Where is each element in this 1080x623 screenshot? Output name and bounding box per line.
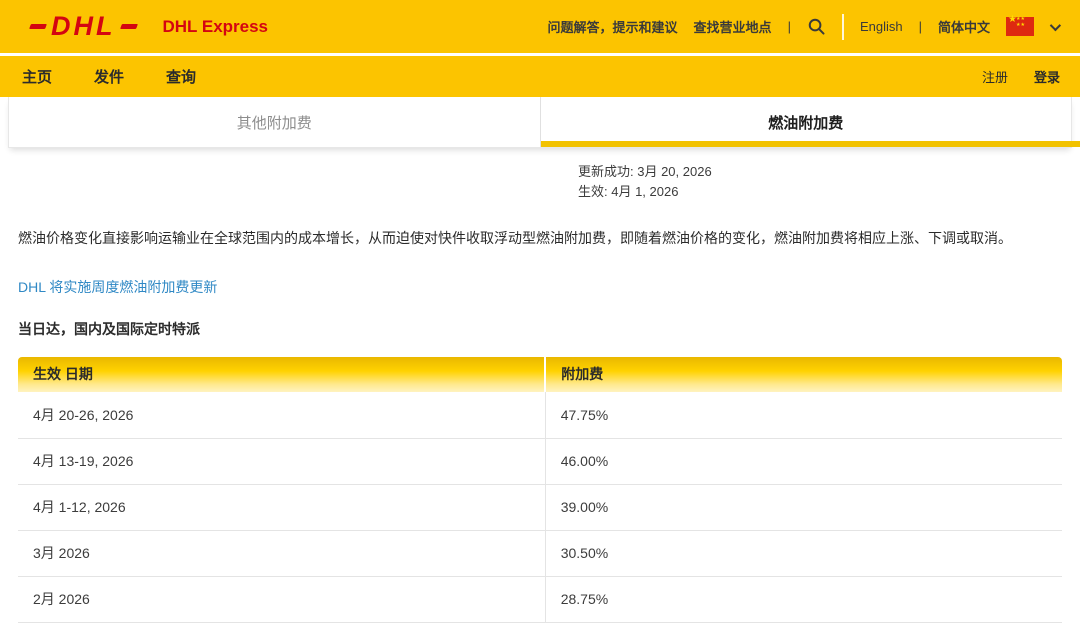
table-row: 3月 2026 30.50% [18, 530, 1062, 576]
nav-item-ship[interactable]: 发件 [94, 66, 124, 87]
china-flag-icon[interactable]: ★ ★★★★ [1006, 17, 1034, 36]
weekly-update-link[interactable]: DHL 将实施周度燃油附加费更新 [18, 279, 217, 295]
nav-item-track[interactable]: 查询 [166, 66, 196, 87]
link-line: DHL 将实施周度燃油附加费更新 [18, 277, 1062, 297]
column-header-surcharge: 附加费 [545, 357, 1062, 392]
divider-light [842, 14, 844, 40]
tab-fuel-surcharge[interactable]: 燃油附加费 [541, 97, 1072, 147]
cell-rate: 46.00% [545, 438, 1062, 484]
login-link[interactable]: 登录 [1034, 67, 1060, 86]
updated-date: 更新成功: 3月 20, 2026 [578, 162, 1080, 182]
table-body: 4月 20-26, 2026 47.75% 4月 13-19, 2026 46.… [18, 392, 1062, 622]
top-link-faq[interactable]: 问题解答，提示和建议 [548, 17, 678, 36]
tab-fuel-surcharge-label: 燃油附加费 [768, 112, 843, 133]
cell-date: 4月 20-26, 2026 [18, 392, 545, 438]
update-meta: 更新成功: 3月 20, 2026 生效: 4月 1, 2026 [578, 162, 1080, 202]
tab-other-surcharges[interactable]: 其他附加费 [9, 97, 541, 147]
language-chinese-link[interactable]: 简体中文 [938, 17, 990, 36]
divider: | [919, 19, 922, 34]
main-content: 燃油价格变化直接影响运输业在全球范围内的成本增长，从而迫使对快件收取浮动型燃油附… [0, 228, 1080, 623]
dhl-logo-dash-left [29, 24, 47, 29]
table-row: 2月 2026 28.75% [18, 576, 1062, 622]
nav-right: 注册 登录 [982, 67, 1060, 86]
cell-rate: 28.75% [545, 576, 1062, 622]
top-header: DHL DHL Express 问题解答，提示和建议 查找营业地点 | Engl… [0, 0, 1080, 53]
language-english-link[interactable]: English [860, 19, 903, 34]
cell-date: 4月 1-12, 2026 [18, 484, 545, 530]
register-link[interactable]: 注册 [982, 67, 1008, 86]
brand-name: DHL Express [163, 17, 269, 37]
surcharge-tabs: 其他附加费 燃油附加费 [8, 97, 1072, 148]
main-navbar: 主页 发件 查询 注册 登录 [0, 56, 1080, 97]
top-link-locations[interactable]: 查找营业地点 [694, 17, 772, 36]
table-header-row: 生效 日期 附加费 [18, 357, 1062, 392]
cell-rate: 47.75% [545, 392, 1062, 438]
top-links: 问题解答，提示和建议 查找营业地点 | English | 简体中文 ★ ★★★… [548, 14, 1058, 40]
cell-rate: 39.00% [545, 484, 1062, 530]
divider: | [788, 19, 791, 34]
tab-other-surcharges-label: 其他附加费 [237, 112, 312, 133]
service-subheading: 当日达，国内及国际定时特派 [18, 319, 1062, 339]
effective-date: 生效: 4月 1, 2026 [578, 182, 1080, 202]
table-row: 4月 1-12, 2026 39.00% [18, 484, 1062, 530]
column-header-effective-date: 生效 日期 [18, 357, 545, 392]
fuel-surcharge-description: 燃油价格变化直接影响运输业在全球范围内的成本增长，从而迫使对快件收取浮动型燃油附… [18, 228, 1062, 249]
chevron-down-icon[interactable] [1050, 19, 1061, 30]
table-head: 生效 日期 附加费 [18, 357, 1062, 392]
flag-stars: ★★★★ [1016, 16, 1025, 28]
fuel-surcharge-table: 生效 日期 附加费 4月 20-26, 2026 47.75% 4月 13-19… [18, 357, 1062, 623]
table-row: 4月 20-26, 2026 47.75% [18, 392, 1062, 438]
cell-date: 2月 2026 [18, 576, 545, 622]
cell-date: 4月 13-19, 2026 [18, 438, 545, 484]
dhl-logo-dash-right [120, 24, 138, 29]
nav-left: 主页 发件 查询 [22, 66, 196, 87]
dhl-logo-word: DHL [51, 13, 116, 40]
table-row: 4月 13-19, 2026 46.00% [18, 438, 1062, 484]
cell-rate: 30.50% [545, 530, 1062, 576]
nav-item-home[interactable]: 主页 [22, 66, 52, 87]
cell-date: 3月 2026 [18, 530, 545, 576]
logo-group: DHL DHL Express [30, 13, 268, 40]
dhl-logo[interactable]: DHL [30, 13, 137, 40]
search-icon[interactable] [807, 17, 826, 36]
